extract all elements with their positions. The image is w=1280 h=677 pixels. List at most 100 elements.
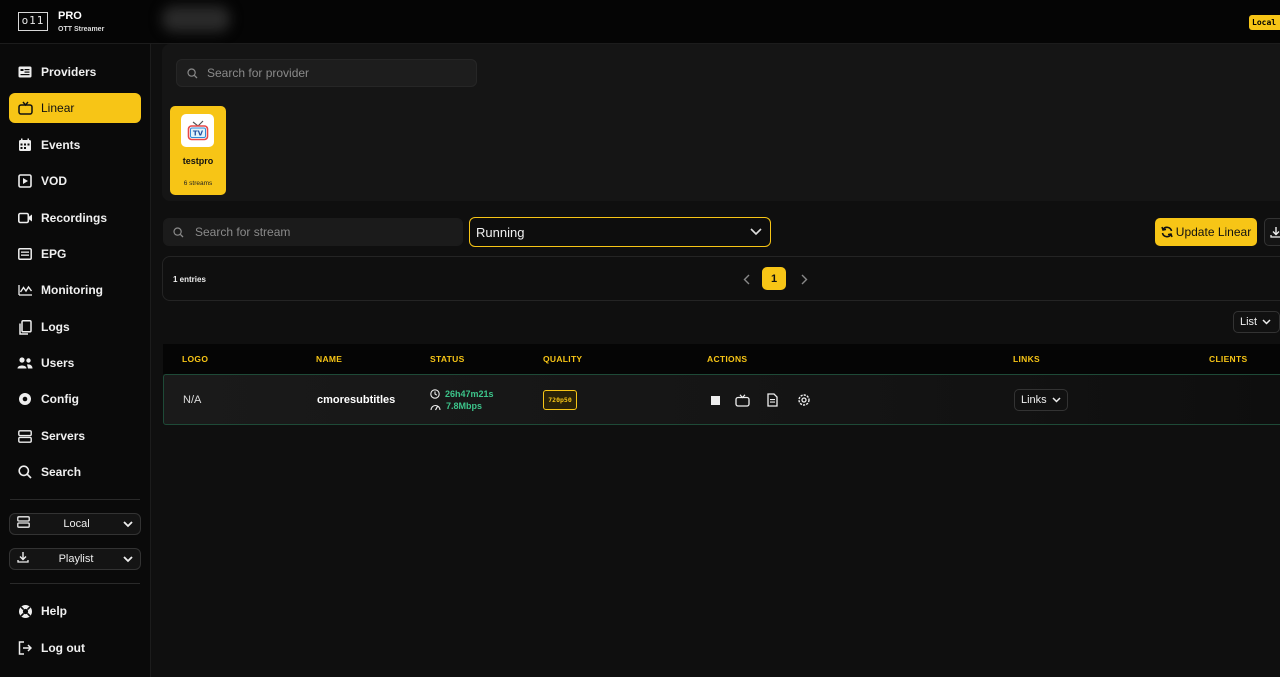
playlist-select-label: Playlist <box>58 553 94 565</box>
download-button[interactable] <box>1264 218 1280 246</box>
sidebar-item-label: Providers <box>41 65 97 79</box>
sidebar-item-help[interactable]: Help <box>9 596 141 626</box>
sidebar-item-providers[interactable]: Providers <box>9 57 141 87</box>
servers-icon <box>17 428 33 444</box>
provider-logo: TV <box>181 114 214 147</box>
gear-icon <box>798 394 810 406</box>
calendar-icon <box>17 137 33 153</box>
table-row[interactable]: N/A cmoresubtitles 26h47m21s 7.8Mbps 720… <box>163 374 1280 425</box>
page-number-current[interactable]: 1 <box>762 267 786 290</box>
next-page-button[interactable] <box>797 271 811 287</box>
stream-search[interactable] <box>163 218 463 246</box>
sidebar-item-logs[interactable]: Logs <box>9 312 141 342</box>
view-mode-value: List <box>1240 316 1258 328</box>
links-dropdown[interactable]: Links <box>1014 389 1068 411</box>
stop-icon <box>710 395 720 405</box>
column-header-name[interactable]: NAME <box>316 354 342 364</box>
sidebar-item-label: Linear <box>41 101 75 115</box>
sidebar-item-events[interactable]: Events <box>9 130 141 160</box>
column-header-status[interactable]: STATUS <box>430 354 465 364</box>
sidebar-item-label: Users <box>41 356 75 370</box>
update-linear-label: Update Linear <box>1175 225 1252 239</box>
stream-name: cmoresubtitles <box>317 394 396 406</box>
table-header: LOGO NAME STATUS QUALITY ACTIONS LINKS C… <box>163 344 1280 374</box>
chevron-right-icon <box>801 274 807 284</box>
previous-page-button[interactable] <box>739 271 753 287</box>
sidebar-item-vod[interactable]: VOD <box>9 166 141 196</box>
top-bar: o11 PRO OTT Streamer Local <box>0 0 1280 44</box>
users-icon <box>17 355 33 371</box>
playlist-select[interactable]: Playlist <box>9 548 141 570</box>
brand-subtitle: OTT Streamer <box>58 26 105 33</box>
stream-status: 26h47m21s 7.8Mbps <box>430 388 494 412</box>
sidebar-item-label: Config <box>41 392 79 406</box>
entries-count: 1 entries <box>173 275 206 284</box>
recordings-icon <box>17 210 33 226</box>
sidebar-item-linear[interactable]: Linear <box>9 93 141 123</box>
status-filter-value: Running <box>476 224 525 240</box>
sidebar-item-config[interactable]: Config <box>9 384 141 414</box>
sidebar-item-recordings[interactable]: Recordings <box>9 203 141 233</box>
links-label: Links <box>1021 394 1047 406</box>
provider-search-input[interactable] <box>207 66 457 80</box>
sidebar-item-servers[interactable]: Servers <box>9 421 141 451</box>
sidebar-divider <box>10 499 140 500</box>
chevron-left-icon <box>743 274 749 284</box>
watch-button[interactable] <box>734 392 750 408</box>
stream-uptime: 26h47m21s <box>445 389 494 399</box>
sidebar-item-epg[interactable]: EPG <box>9 239 141 269</box>
server-select[interactable]: Local <box>9 513 141 535</box>
sidebar-item-label: Events <box>41 138 81 152</box>
sidebar-item-label: Search <box>41 465 82 479</box>
status-filter-select[interactable]: Running <box>469 217 771 247</box>
sidebar-item-search[interactable]: Search <box>9 457 141 487</box>
brand-title: PRO <box>58 10 82 22</box>
tv-icon <box>734 393 750 407</box>
quality-badge: 720p50 <box>543 390 577 410</box>
logout-button[interactable]: Log out <box>9 633 141 663</box>
settings-button[interactable] <box>796 392 812 408</box>
view-mode-select[interactable]: List <box>1233 311 1280 333</box>
provider-logo-text: TV <box>192 130 203 138</box>
sidebar-item-label: VOD <box>41 174 68 188</box>
column-header-clients[interactable]: CLIENTS <box>1209 354 1247 364</box>
servers-icon <box>17 515 30 533</box>
config-icon <box>17 391 33 407</box>
sidebar-item-label: Servers <box>41 429 86 443</box>
help-label: Help <box>41 604 68 618</box>
stream-logo: N/A <box>183 394 202 406</box>
search-icon <box>17 464 33 480</box>
search-icon <box>187 67 198 79</box>
tv-icon <box>17 100 33 116</box>
speedometer-icon <box>430 402 441 411</box>
provider-stream-count: 6 streams <box>183 180 213 187</box>
app-logo[interactable]: o11 <box>18 12 48 31</box>
column-header-actions: ACTIONS <box>707 354 748 364</box>
sidebar: Providers Linear Events VOD Recordings E… <box>0 44 151 677</box>
pagination-bar: 1 entries 1 <box>162 256 1280 301</box>
server-badge: Local <box>1249 15 1280 30</box>
sidebar-item-users[interactable]: Users <box>9 348 141 378</box>
vod-icon <box>17 173 33 189</box>
provider-card[interactable]: TV testpro 6 streams <box>170 106 226 195</box>
chevron-down-icon <box>1052 397 1061 403</box>
sidebar-item-label: Recordings <box>41 211 108 225</box>
stream-search-input[interactable] <box>195 225 445 239</box>
blurred-user-name <box>162 6 230 32</box>
logout-label: Log out <box>41 641 85 655</box>
logout-icon <box>17 640 33 656</box>
monitoring-icon <box>17 282 33 298</box>
stop-button[interactable] <box>707 392 723 408</box>
update-linear-button[interactable]: Update Linear <box>1155 218 1257 246</box>
column-header-logo[interactable]: LOGO <box>182 354 208 364</box>
download-icon <box>17 550 29 568</box>
chevron-down-icon <box>123 515 133 533</box>
provider-search[interactable] <box>176 59 477 87</box>
logs-button[interactable] <box>764 392 780 408</box>
sidebar-divider <box>10 583 140 584</box>
sidebar-item-label: Logs <box>41 320 70 334</box>
sidebar-item-monitoring[interactable]: Monitoring <box>9 275 141 305</box>
help-icon <box>17 603 33 619</box>
column-header-quality[interactable]: QUALITY <box>543 354 582 364</box>
sidebar-item-label: EPG <box>41 247 67 261</box>
